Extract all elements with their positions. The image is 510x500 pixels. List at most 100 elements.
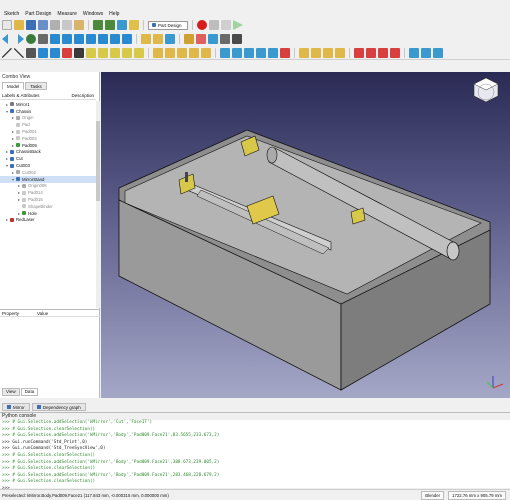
tab-dependency-graph[interactable]: Dependency graph [31,403,86,411]
macros-icon[interactable] [221,20,231,30]
datum-line-icon[interactable] [98,47,108,58]
redo-icon[interactable] [105,20,115,30]
clone-icon[interactable] [134,47,144,58]
subtractive-loft-icon[interactable] [256,47,266,58]
sprocket-icon[interactable] [421,47,431,58]
3d-viewport[interactable] [101,72,510,398]
tree-item[interactable]: Pad [0,121,96,128]
navigation-cube[interactable] [473,77,499,103]
menu-windows[interactable]: Windows [83,11,103,17]
pad-icon[interactable] [153,47,163,58]
column-description[interactable]: Description [71,92,94,99]
folder-icon[interactable] [153,34,163,44]
3d-model[interactable] [101,72,510,398]
tab-view[interactable]: View [2,388,20,396]
multi-transform-icon[interactable] [335,47,345,58]
run-macro-icon[interactable] [233,20,243,30]
column-labels[interactable]: Labels & Attributes [2,92,40,99]
record-macro-icon[interactable] [197,20,207,30]
copy-icon[interactable] [62,20,72,30]
left-view-icon[interactable] [122,34,132,44]
line-icon[interactable] [2,47,12,58]
groove-icon[interactable] [244,47,254,58]
hole-icon[interactable] [232,47,242,58]
datum-plane-icon[interactable] [86,47,96,58]
top-view-icon[interactable] [74,34,84,44]
new-file-icon[interactable] [2,20,12,30]
body-icon[interactable] [50,47,60,58]
tree-item[interactable]: ▾ Cut003 [0,162,96,169]
revolution-icon[interactable] [165,47,175,58]
menu-part-design[interactable]: Part Design [25,11,51,17]
rear-view-icon[interactable] [98,34,108,44]
stop-macro-icon[interactable] [209,20,219,30]
pocket-icon[interactable] [220,47,230,58]
tree-item[interactable]: ▸ Origin006 [0,183,96,190]
right-view-icon[interactable] [86,34,96,44]
tree-item[interactable]: ▸ RedLaser [0,217,96,224]
help-icon[interactable] [129,20,139,30]
measure-linear-icon[interactable] [196,34,206,44]
pipe-icon[interactable] [189,47,199,58]
refresh-icon[interactable] [117,20,127,30]
subtractive-primitive-icon[interactable] [280,47,290,58]
tree-item[interactable]: ▾ MirrorStand [0,175,96,183]
tree-item[interactable]: ShapeBinder [0,203,96,210]
boolean-icon[interactable] [409,47,419,58]
involute-gear-icon[interactable] [433,47,443,58]
tree-item[interactable]: ▸ Pad002 [0,135,96,142]
save-as-icon[interactable] [38,20,48,30]
draft-icon[interactable] [378,47,388,58]
chamfer-icon[interactable] [366,47,376,58]
link-icon[interactable] [165,34,175,44]
workbench-selector[interactable]: Part Design [148,20,188,30]
measure-angular-icon[interactable] [208,34,218,44]
measure-toggle-icon[interactable] [232,34,242,44]
tree-item[interactable]: ▸ Pad001 [0,128,96,135]
tree-item[interactable]: ▸ Cut002 [0,169,96,176]
polar-pattern-icon[interactable] [323,47,333,58]
front-view-icon[interactable] [62,34,72,44]
tree-item[interactable]: ▸ Hole [0,210,96,217]
polyline-icon[interactable] [14,47,24,58]
navigation-style-selector[interactable]: Blender [421,490,445,500]
zoom-icon[interactable] [26,34,36,44]
tree-item[interactable]: ▸ Cut [0,155,96,162]
linear-pattern-icon[interactable] [311,47,321,58]
tree-item[interactable]: ▸ Mirror1 [0,101,96,108]
validate-sketch-icon[interactable] [74,47,84,58]
tree-item[interactable]: ▸ ChassisBack [0,149,96,156]
tree-scrollbar[interactable] [96,101,100,308]
additive-primitive-icon[interactable] [201,47,211,58]
menu-help[interactable]: Help [109,11,119,17]
open-folder-icon[interactable] [14,20,24,30]
measure-icon[interactable] [184,34,194,44]
fillet-icon[interactable] [354,47,364,58]
part-icon[interactable] [141,34,151,44]
tree-item[interactable]: ▸ Pad014 [0,189,96,196]
tab-model[interactable]: Model [2,82,25,90]
isometric-view-icon[interactable] [50,34,60,44]
subtractive-pipe-icon[interactable] [268,47,278,58]
tab-tasks[interactable]: Tasks [25,82,47,90]
loft-icon[interactable] [177,47,187,58]
axis-icon[interactable] [26,47,36,58]
back-icon[interactable] [2,34,8,44]
tab-data[interactable]: Data [20,388,39,396]
tab-document-mirror[interactable]: Mirror [2,403,30,411]
tree-item[interactable]: ▸ Origin [0,115,96,122]
mirrored-icon[interactable] [299,47,309,58]
menu-measure[interactable]: Measure [57,11,76,17]
paste-icon[interactable] [74,20,84,30]
datum-point-icon[interactable] [110,47,120,58]
undo-icon[interactable] [93,20,103,30]
datum-icon[interactable] [38,47,48,58]
bottom-view-icon[interactable] [110,34,120,44]
tree-item[interactable]: ▾ Chassis [0,108,96,115]
sketch-icon[interactable] [62,47,72,58]
tree-item[interactable]: ▸ Pad015 [0,196,96,203]
save-icon[interactable] [26,20,36,30]
cut-icon[interactable] [50,20,60,30]
shape-binder-icon[interactable] [122,47,132,58]
console-output[interactable]: >>> # Gui.Selection.addSelection('kMirro… [0,420,510,493]
